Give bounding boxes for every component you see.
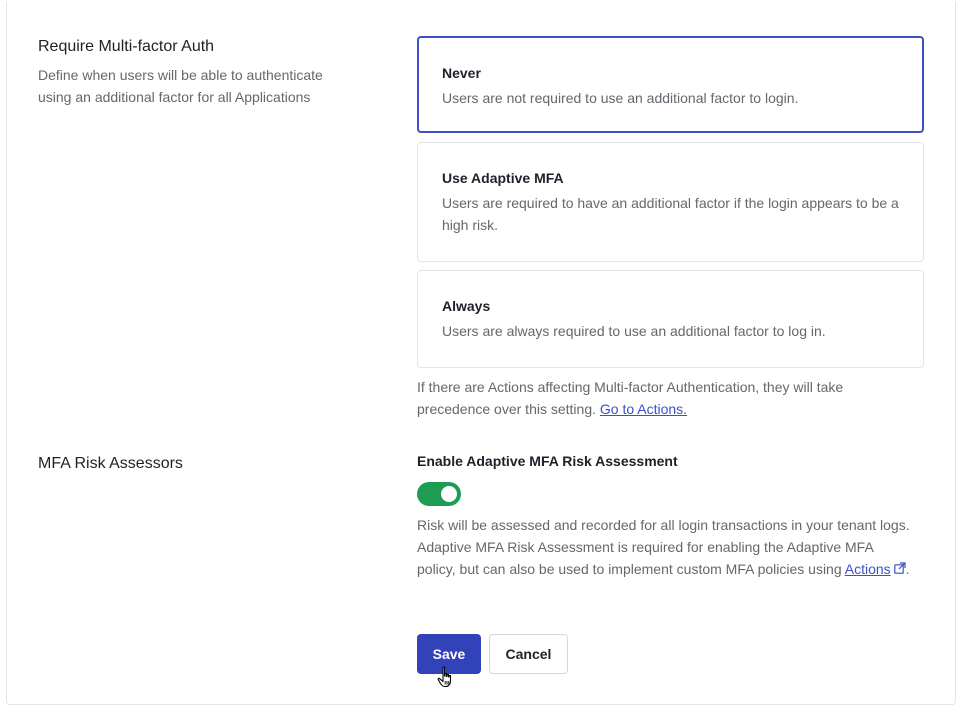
trailing-period: . bbox=[905, 561, 910, 577]
option-adaptive-title: Use Adaptive MFA bbox=[442, 170, 564, 186]
option-adaptive-description: Users are required to have an additional… bbox=[442, 195, 899, 233]
hand-cursor-icon bbox=[437, 666, 455, 688]
toggle-knob bbox=[441, 486, 457, 502]
option-never-description: Users are not required to use an additio… bbox=[442, 90, 799, 106]
mfa-policy-description-line2: using an additional factor for all Appli… bbox=[38, 89, 311, 105]
risk-assessors-title: MFA Risk Assessors bbox=[38, 455, 183, 472]
actions-precedence-note: If there are Actions affecting Multi-fac… bbox=[417, 376, 917, 420]
cancel-button[interactable]: Cancel bbox=[489, 634, 568, 674]
mfa-policy-description: Define when users will be able to authen… bbox=[38, 64, 378, 108]
option-never-title: Never bbox=[442, 65, 481, 81]
go-to-actions-link[interactable]: Go to Actions. bbox=[600, 401, 687, 417]
risk-assessment-toggle[interactable] bbox=[417, 482, 461, 506]
option-never-card[interactable]: Never Users are not required to use an a… bbox=[417, 36, 924, 133]
option-always-card[interactable]: Always Users are always required to use … bbox=[417, 270, 924, 368]
external-link-icon bbox=[893, 558, 906, 580]
mfa-policy-description-line1: Define when users will be able to authen… bbox=[38, 67, 323, 83]
risk-assessment-text: Risk will be assessed and recorded for a… bbox=[417, 517, 910, 577]
actions-link[interactable]: Actions bbox=[845, 561, 891, 577]
option-adaptive-card[interactable]: Use Adaptive MFA Users are required to h… bbox=[417, 142, 924, 262]
risk-assessment-description: Risk will be assessed and recorded for a… bbox=[417, 514, 912, 580]
option-always-description: Users are always required to use an addi… bbox=[442, 323, 826, 339]
option-always-title: Always bbox=[442, 298, 491, 314]
mfa-policy-title: Require Multi-factor Auth bbox=[38, 38, 215, 55]
risk-assessment-toggle-label: Enable Adaptive MFA Risk Assessment bbox=[417, 453, 678, 469]
